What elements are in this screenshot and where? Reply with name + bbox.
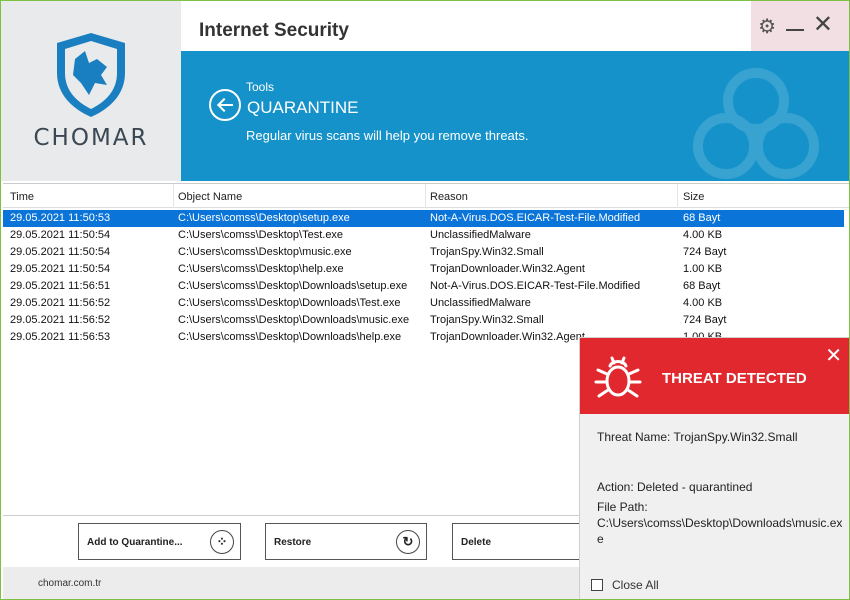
column-divider[interactable] [425, 184, 426, 208]
app-title: Internet Security [199, 20, 349, 41]
table-row[interactable]: 29.05.2021 11:50:54 C:\Users\comss\Deskt… [3, 244, 844, 261]
restore-icon: ↻ [396, 530, 420, 554]
brand-name: CHOMAR [33, 125, 149, 151]
cell-size: 68 Bayt [683, 280, 721, 292]
column-header-size[interactable]: Size [683, 191, 704, 203]
cell-object-name: C:\Users\comss\Desktop\Downloads\Test.ex… [178, 297, 401, 309]
file-path-value: C:\Users\comss\Desktop\Downloads\music.e… [597, 516, 843, 530]
table-row[interactable]: 29.05.2021 11:56:52 C:\Users\comss\Deskt… [3, 295, 844, 312]
cell-time: 29.05.2021 11:56:51 [10, 280, 111, 292]
threat-name: Threat Name: TrojanSpy.Win32.Small [597, 430, 798, 444]
cell-object-name: C:\Users\comss\Desktop\Downloads\setup.e… [178, 280, 408, 292]
add-to-quarantine-button[interactable]: Add to Quarantine... ⁘ [78, 523, 241, 560]
breadcrumb[interactable]: Tools [246, 80, 274, 94]
cell-reason: UnclassifiedMalware [430, 229, 531, 241]
table-header: Time Object Name Reason Size [3, 184, 849, 208]
back-arrow-icon[interactable] [209, 89, 241, 121]
minimize-icon[interactable] [786, 29, 804, 31]
threat-action: Action: Deleted - quarantined [597, 480, 753, 494]
popup-header: THREAT DETECTED ✕ [580, 338, 849, 414]
title-bar: Internet Security ⚙ ✕ [181, 1, 849, 101]
cell-size: 4.00 KB [683, 229, 723, 241]
website-link[interactable]: chomar.com.tr [38, 578, 101, 589]
cell-size: 724 Bayt [683, 314, 727, 326]
column-divider[interactable] [173, 184, 174, 208]
bug-icon [594, 356, 642, 398]
page-title: QUARANTINE [247, 98, 359, 117]
restore-label: Restore [274, 537, 312, 548]
cell-reason: TrojanSpy.Win32.Small [430, 314, 544, 326]
cell-time: 29.05.2021 11:50:54 [10, 229, 111, 241]
threat-detected-popup: THREAT DETECTED ✕ Threat Name: TrojanSpy… [579, 337, 849, 599]
biohazard-icon [693, 68, 819, 179]
cell-time: 29.05.2021 11:50:53 [10, 212, 111, 224]
chomar-shield-logo [57, 33, 125, 117]
column-divider[interactable] [677, 184, 678, 208]
cell-time: 29.05.2021 11:50:54 [10, 263, 111, 275]
cell-object-name: C:\Users\comss\Desktop\Test.exe [178, 229, 344, 241]
cell-time: 29.05.2021 11:56:52 [10, 314, 111, 326]
table-row[interactable]: 29.05.2021 11:56:51 C:\Users\comss\Deskt… [3, 278, 844, 295]
logo-panel: CHOMAR [1, 1, 181, 181]
file-path-label: File Path: [597, 500, 648, 514]
app-window: CHOMAR Internet Security ⚙ ✕ Tools QUARA… [0, 0, 850, 600]
column-header-reason[interactable]: Reason [430, 191, 468, 203]
column-header-object-name[interactable]: Object Name [178, 191, 242, 203]
close-icon[interactable]: ✕ [825, 343, 842, 368]
cell-reason: TrojanSpy.Win32.Small [430, 246, 544, 258]
cell-size: 1.00 KB [683, 263, 723, 275]
cell-reason: TrojanDownloader.Win32.Agent [430, 331, 585, 343]
cell-reason: Not-A-Virus.DOS.EICAR-Test-File.Modified [430, 212, 641, 224]
table-row[interactable]: 29.05.2021 11:56:52 C:\Users\comss\Deskt… [3, 312, 844, 329]
add-quarantine-icon: ⁘ [210, 530, 234, 554]
cell-time: 29.05.2021 11:50:54 [10, 246, 111, 258]
cell-object-name: C:\Users\comss\Desktop\help.exe [178, 263, 344, 275]
cell-reason: TrojanDownloader.Win32.Agent [430, 263, 585, 275]
add-to-quarantine-label: Add to Quarantine... [87, 537, 183, 548]
column-header-time[interactable]: Time [10, 191, 34, 203]
cell-reason: Not-A-Virus.DOS.EICAR-Test-File.Modified [430, 280, 641, 292]
gear-icon[interactable]: ⚙ [758, 14, 776, 39]
cell-object-name: C:\Users\comss\Desktop\music.exe [178, 246, 352, 258]
page-subtitle: Regular virus scans will help you remove… [246, 128, 529, 143]
table-row[interactable]: 29.05.2021 11:50:54 C:\Users\comss\Deskt… [3, 261, 844, 278]
cell-object-name: C:\Users\comss\Desktop\Downloads\music.e… [178, 314, 410, 326]
cell-size: 68 Bayt [683, 212, 721, 224]
cell-size: 4.00 KB [683, 297, 723, 309]
file-path-value-continued: e [597, 532, 604, 546]
popup-title: THREAT DETECTED [662, 370, 807, 387]
cell-object-name: C:\Users\comss\Desktop\setup.exe [178, 212, 350, 224]
cell-object-name: C:\Users\comss\Desktop\Downloads\help.ex… [178, 331, 402, 343]
cell-time: 29.05.2021 11:56:52 [10, 297, 111, 309]
section-banner: Tools QUARANTINE Regular virus scans wil… [181, 51, 849, 181]
table-row[interactable]: 29.05.2021 11:50:54 C:\Users\comss\Deskt… [3, 227, 844, 244]
close-all-label[interactable]: Close All [612, 578, 659, 592]
restore-button[interactable]: Restore ↻ [265, 523, 427, 560]
close-all-checkbox[interactable] [591, 579, 603, 591]
table-row[interactable]: 29.05.2021 11:50:53 C:\Users\comss\Deskt… [3, 210, 844, 227]
close-icon[interactable]: ✕ [813, 10, 833, 39]
cell-time: 29.05.2021 11:56:53 [10, 331, 111, 343]
cell-reason: UnclassifiedMalware [430, 297, 531, 309]
delete-label: Delete [461, 537, 492, 548]
cell-size: 724 Bayt [683, 246, 727, 258]
